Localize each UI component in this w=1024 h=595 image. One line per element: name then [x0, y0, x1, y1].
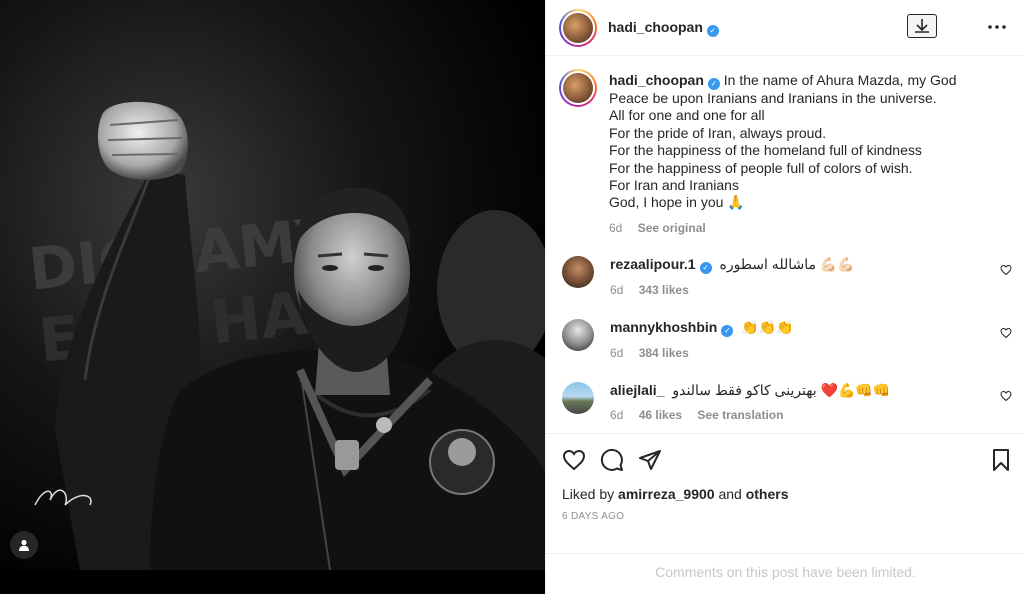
author-name-row: hadi_choopan ✓ — [608, 19, 719, 37]
comment-likes[interactable]: 46 likes — [639, 408, 682, 422]
comment-text: ماشالله اسطوره 💪🏻💪🏻 — [719, 256, 855, 272]
comments-limited-notice: Comments on this post have been limited. — [546, 553, 1024, 595]
see-translation-button[interactable]: See translation — [697, 408, 783, 422]
comment-likes[interactable]: 384 likes — [639, 346, 689, 360]
comment-time[interactable]: 6d — [610, 408, 623, 422]
caption-line: For Iran and Iranians — [609, 177, 739, 194]
caption-time[interactable]: 6d — [609, 221, 622, 235]
caption-line: Peace be upon Iranians and Iranians in t… — [609, 90, 937, 106]
comment-time[interactable]: 6d — [610, 283, 623, 297]
post-panel: hadi_choopan ✓ hadi_choopan ✓ In the name … — [545, 0, 1024, 594]
more-icon — [988, 25, 1006, 29]
liked-by: Liked by amirreza_9900 and others — [562, 486, 789, 502]
liked-by-user[interactable]: amirreza_9900 — [618, 486, 715, 502]
comment-icon[interactable] — [600, 448, 624, 472]
post-header: hadi_choopan ✓ — [546, 0, 1024, 56]
comment-text: بهترینی کاکو فقط سالندو ❤️💪👊👊 — [672, 382, 891, 398]
download-button[interactable] — [907, 14, 937, 38]
caption-line: For the pride of Iran, always proud. — [609, 124, 827, 141]
post-photo[interactable]: DIGHAMY" ELLY HAY — [0, 0, 545, 570]
liked-by-prefix: Liked by — [562, 486, 615, 502]
bookmark-icon[interactable] — [989, 448, 1013, 472]
verified-badge-icon: ✓ — [699, 262, 712, 274]
verified-badge-icon: ✓ — [721, 325, 734, 337]
comment-like-heart-icon[interactable] — [1000, 327, 1012, 339]
commenter-avatar[interactable] — [562, 319, 594, 351]
comment-text: 👏👏👏 — [741, 319, 794, 335]
verified-badge-icon: ✓ — [706, 25, 719, 37]
caption-line: All for one and one for all — [609, 107, 765, 124]
commenter-avatar[interactable] — [562, 382, 594, 414]
caption-text: hadi_choopan ✓ In the name of Ahura Mazda… — [609, 72, 1009, 212]
liked-by-others[interactable]: others — [746, 486, 789, 502]
user-tag-button[interactable] — [10, 531, 38, 559]
caption-meta: 6d See original — [609, 221, 1009, 235]
author-username[interactable]: hadi_choopan — [608, 19, 703, 35]
liked-by-joiner: and — [718, 486, 742, 502]
post-timestamp[interactable]: 6 DAYS AGO — [562, 511, 624, 522]
caption-line: For the happiness of people full of colo… — [609, 159, 913, 176]
commenter-username[interactable]: mannykhoshbin — [610, 319, 717, 335]
commenter-avatar[interactable] — [562, 256, 594, 288]
post-actions — [546, 433, 1024, 471]
comment-like-heart-icon[interactable] — [1000, 390, 1012, 402]
download-icon — [915, 19, 929, 33]
caption-line: God, I hope in you 🙏 — [609, 194, 745, 211]
author-avatar[interactable] — [559, 9, 597, 47]
caption: hadi_choopan ✓ In the name of Ahura Mazda… — [609, 72, 1009, 235]
verified-badge-icon: ✓ — [707, 78, 720, 90]
share-icon[interactable] — [638, 448, 662, 472]
caption-username[interactable]: hadi_choopan — [609, 72, 704, 88]
caption-line: For the happiness of the homeland full o… — [609, 142, 922, 159]
more-options-button[interactable] — [986, 16, 1008, 38]
heart-icon[interactable] — [562, 448, 586, 472]
post-media[interactable]: DIGHAMY" ELLY HAY — [0, 0, 545, 594]
see-original-button[interactable]: See original — [638, 221, 706, 235]
comment-time[interactable]: 6d — [610, 346, 623, 360]
commenter-username[interactable]: rezaalipour.1 — [610, 256, 696, 272]
caption-line: In the name of Ahura Mazda, my God — [723, 72, 957, 88]
commenter-username[interactable]: aliejlali_ — [610, 382, 664, 398]
comment-likes[interactable]: 343 likes — [639, 283, 689, 297]
user-icon — [19, 539, 29, 551]
comment-like-heart-icon[interactable] — [1000, 264, 1012, 276]
